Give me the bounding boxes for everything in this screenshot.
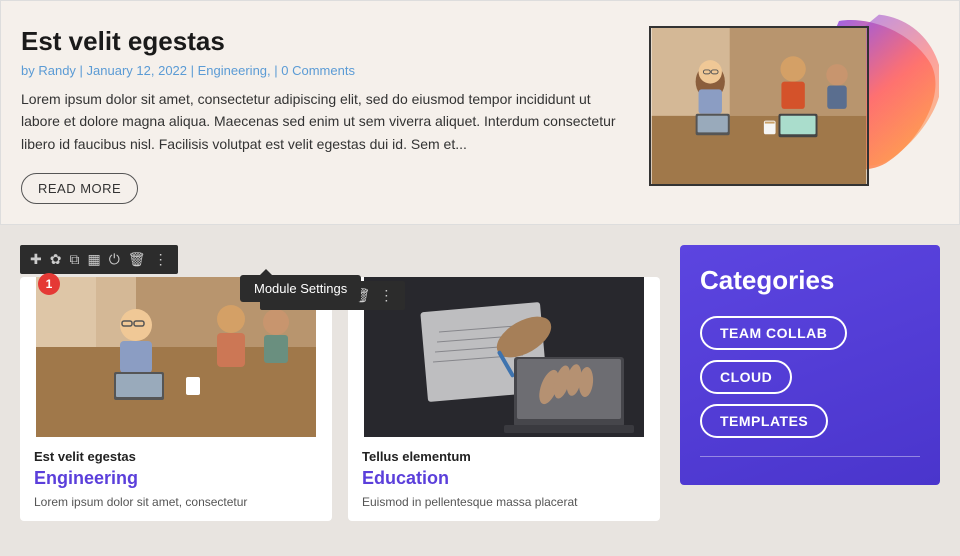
top-post-image <box>649 26 869 186</box>
card-2-subtitle: Tellus elementum <box>362 449 646 464</box>
bottom-section: ✚ ✿ ⧉ ▦ ⏻ 🗑 ⋮ 1 Module Settings ✚ ✿ ⧉ ⏻ … <box>0 225 960 541</box>
separator-1: | <box>80 63 87 78</box>
card-toolbar-more-icon[interactable]: ⋮ <box>377 285 395 306</box>
category-tag-team-collab[interactable]: TEAM COLLAB <box>700 316 847 350</box>
card-1-content: Est velit egestas Engineering Lorem ipsu… <box>20 437 332 521</box>
toolbar-delete-icon[interactable]: 🗑 <box>126 249 148 270</box>
card-2-category: Education <box>362 468 646 489</box>
card-1-body: Lorem ipsum dolor sit amet, consectetur <box>34 493 318 511</box>
toolbar-add-icon[interactable]: ✚ <box>28 249 44 270</box>
category-tag-cloud[interactable]: CLOUD <box>700 360 792 394</box>
post-date: January 12, 2022 <box>87 63 187 78</box>
read-more-button[interactable]: READ MORE <box>21 173 138 204</box>
cards-area: ✚ ✿ ⧉ ▦ ⏻ 🗑 ⋮ 1 Module Settings ✚ ✿ ⧉ ⏻ … <box>20 245 660 521</box>
category-tag-templates[interactable]: TEMPLATES <box>700 404 828 438</box>
office-image-svg <box>651 28 867 184</box>
card-1-subtitle: Est velit egestas <box>34 449 318 464</box>
top-post-body: Lorem ipsum dolor sit amet, consectetur … <box>21 88 629 155</box>
categories-box: Categories TEAM COLLAB CLOUD TEMPLATES <box>680 245 940 485</box>
post-comments: 0 Comments <box>281 63 355 78</box>
post-category: Engineering, <box>198 63 271 78</box>
blog-card-2: Tellus elementum Education Euismod in pe… <box>348 277 660 521</box>
card-2-body: Euismod in pellentesque massa placerat <box>362 493 646 511</box>
top-blog-section: Est velit egestas by Randy | January 12,… <box>0 0 960 225</box>
top-post-content: Est velit egestas by Randy | January 12,… <box>21 21 629 204</box>
cards-wrapper: Est velit egestas Engineering Lorem ipsu… <box>20 277 660 521</box>
post-author: by Randy <box>21 63 76 78</box>
module-toolbar[interactable]: ✚ ✿ ⧉ ▦ ⏻ 🗑 ⋮ <box>20 245 178 274</box>
toolbar-copy-icon[interactable]: ⧉ <box>67 249 81 270</box>
toolbar-more-icon[interactable]: ⋮ <box>152 249 170 270</box>
top-post-title: Est velit egestas <box>21 26 629 57</box>
toolbar-power-icon[interactable]: ⏻ <box>107 249 122 270</box>
toolbar-grid-icon[interactable]: ▦ <box>85 249 102 270</box>
sidebar: Categories TEAM COLLAB CLOUD TEMPLATES <box>680 245 940 485</box>
categories-divider <box>700 456 920 457</box>
blog-card-1: Est velit egestas Engineering Lorem ipsu… <box>20 277 332 521</box>
module-settings-tooltip: Module Settings <box>240 275 361 302</box>
toolbar-settings-icon[interactable]: ✿ <box>48 249 64 270</box>
top-post-meta: by Randy | January 12, 2022 | Engineerin… <box>21 63 629 78</box>
notification-badge: 1 <box>38 273 60 295</box>
card-1-category: Engineering <box>34 468 318 489</box>
separator-2: | <box>191 63 198 78</box>
card-2-content: Tellus elementum Education Euismod in pe… <box>348 437 660 521</box>
top-post-image-container <box>649 21 929 186</box>
categories-title: Categories <box>700 265 920 296</box>
